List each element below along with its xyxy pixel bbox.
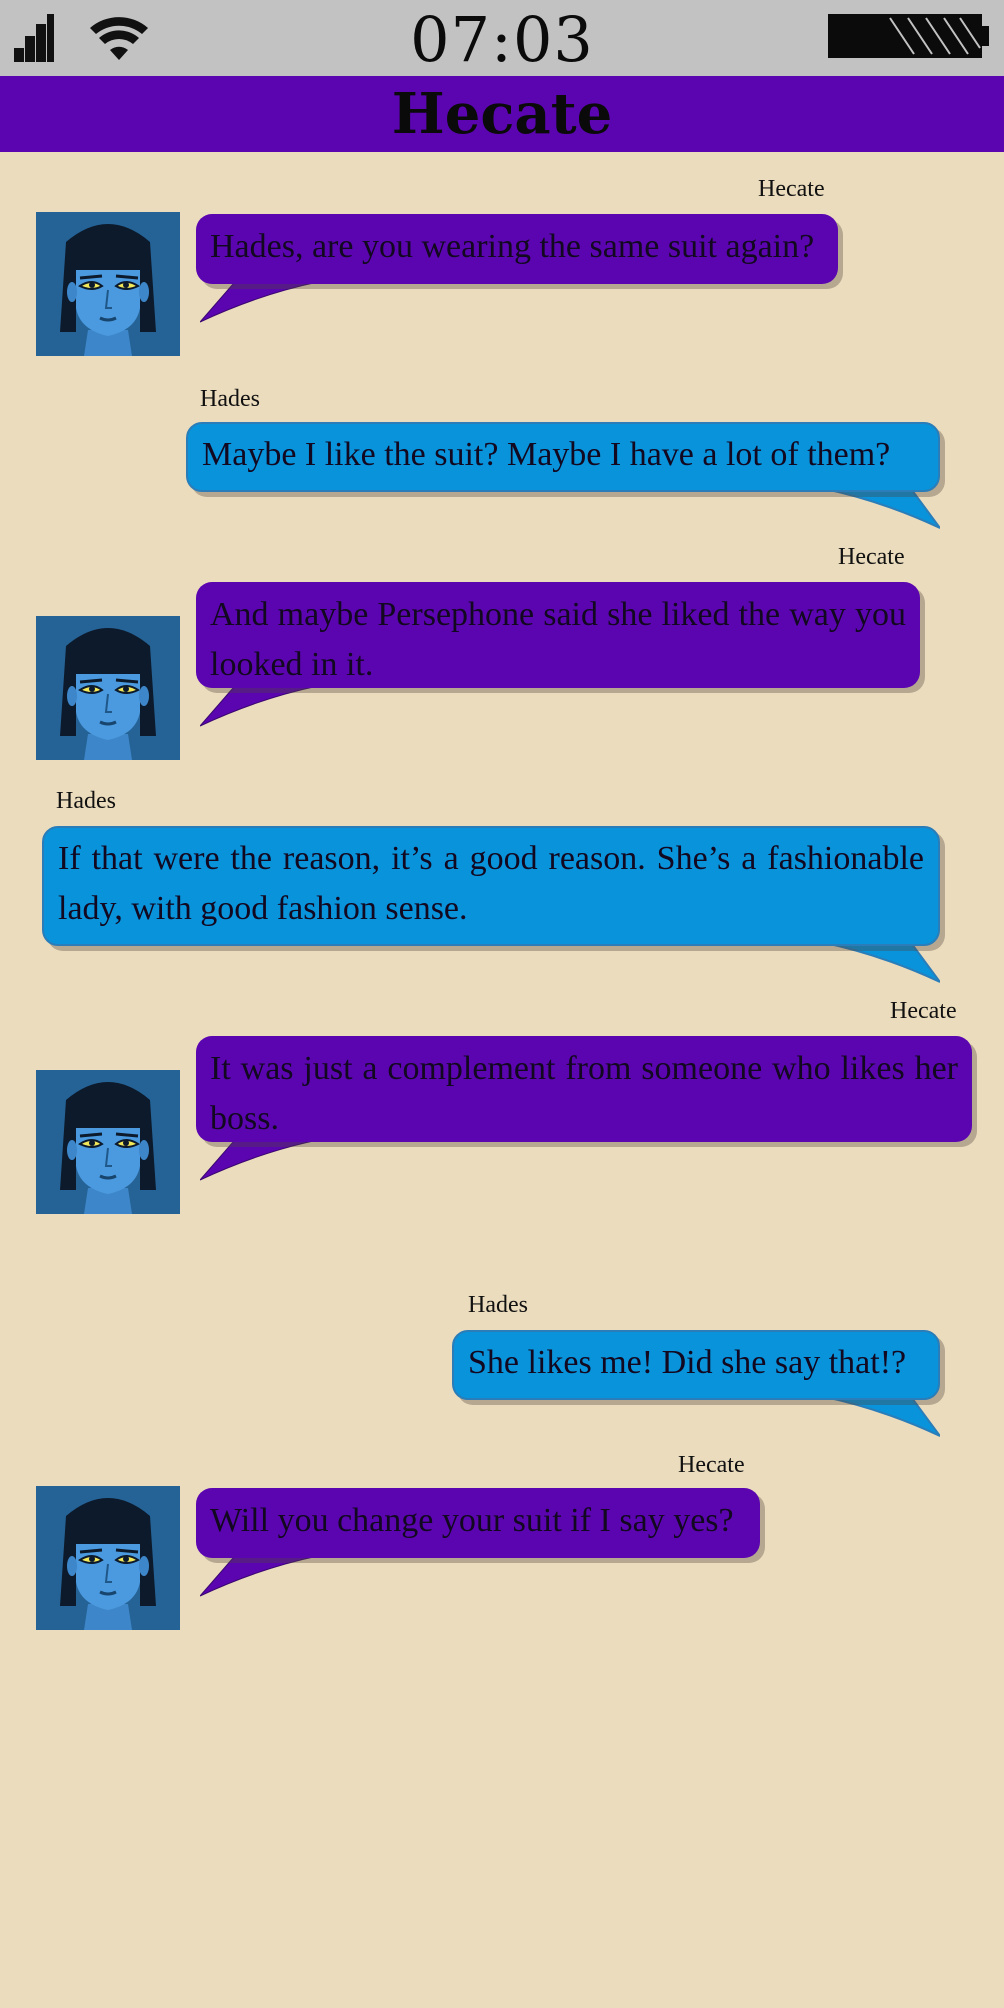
hecate-avatar[interactable] [36, 1486, 180, 1630]
chat-header: Hecate [0, 76, 1004, 152]
message-text: Hades, are you wearing the same suit aga… [210, 228, 815, 265]
message-bubble-hades[interactable]: Maybe I like the suit? Maybe I have a lo… [186, 422, 940, 492]
hecate-avatar[interactable] [36, 1070, 180, 1214]
message-bubble-hecate[interactable]: Will you change your suit if I say yes? [196, 1488, 760, 1558]
message-text: And maybe Persephone said she liked the … [210, 596, 906, 683]
message-bubble-hades[interactable]: If that were the reason, it’s a good rea… [42, 826, 940, 946]
status-bar: 07:03 [0, 0, 1004, 76]
sender-label: Hecate [678, 1452, 745, 1478]
message-text: It was just a complement from someone wh… [210, 1050, 958, 1137]
battery-icon [828, 14, 989, 58]
sender-label: Hades [56, 788, 116, 814]
message-text: She likes me! Did she say that!? [468, 1344, 907, 1381]
sender-label: Hecate [758, 176, 825, 202]
hecate-avatar[interactable] [36, 616, 180, 760]
sender-label: Hades [200, 386, 260, 412]
sender-label: Hecate [890, 998, 957, 1024]
message-bubble-hecate[interactable]: It was just a complement from someone wh… [196, 1036, 972, 1142]
message-text: If that were the reason, it’s a good rea… [58, 840, 924, 927]
sender-label: Hades [468, 1292, 528, 1318]
message-bubble-hades[interactable]: She likes me! Did she say that!? [452, 1330, 940, 1400]
message-text: Will you change your suit if I say yes? [210, 1502, 734, 1539]
message-bubble-hecate[interactable]: And maybe Persephone said she liked the … [196, 582, 920, 688]
message-text: Maybe I like the suit? Maybe I have a lo… [202, 436, 891, 473]
message-bubble-hecate[interactable]: Hades, are you wearing the same suit aga… [196, 214, 838, 284]
sender-label: Hecate [838, 544, 905, 570]
chat-title: Hecate [391, 81, 613, 147]
hecate-avatar[interactable] [36, 212, 180, 356]
